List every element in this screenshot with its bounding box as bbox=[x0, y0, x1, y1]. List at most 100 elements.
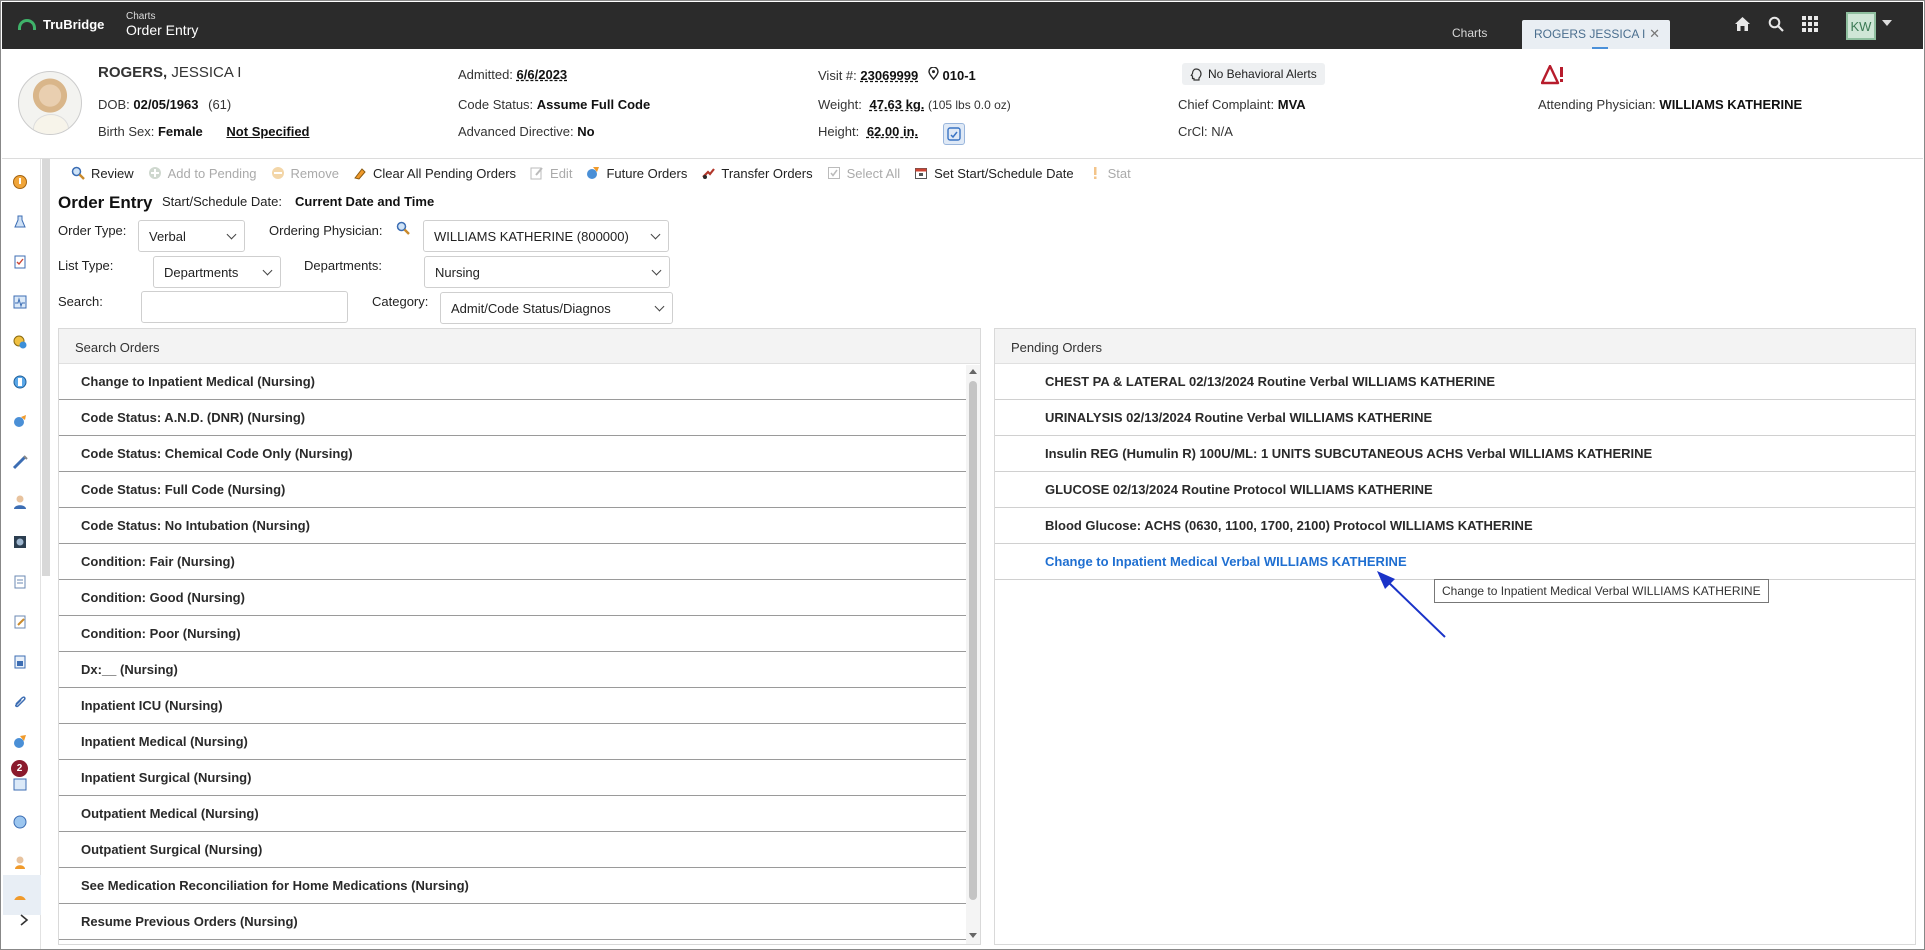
close-icon[interactable]: ✕ bbox=[1649, 26, 1660, 42]
nav-meds-icon[interactable] bbox=[12, 334, 28, 350]
nav-order-entry-icon[interactable] bbox=[12, 734, 28, 750]
search-order-item[interactable]: Code Status: A.N.D. (DNR) (Nursing) bbox=[59, 400, 966, 436]
nav-education-icon[interactable] bbox=[12, 854, 28, 870]
toolbar-icons bbox=[1732, 14, 1820, 34]
scroll-down-arrow-icon[interactable] bbox=[969, 933, 977, 938]
transfer-icon bbox=[701, 166, 716, 180]
attending-physician-value: WILLIAMS KATHERINE bbox=[1659, 97, 1803, 112]
search-order-item[interactable]: Outpatient Medical (Nursing) bbox=[59, 796, 966, 832]
departments-select[interactable]: Nursing bbox=[424, 256, 670, 288]
pending-order-tooltip: Change to Inpatient Medical Verbal WILLI… bbox=[1434, 579, 1769, 603]
search-order-item[interactable]: Code Status: Full Code (Nursing) bbox=[59, 472, 966, 508]
pending-order-item-hovered[interactable]: Change to Inpatient Medical Verbal WILLI… bbox=[995, 544, 1915, 580]
edit-button[interactable]: Edit bbox=[530, 166, 572, 181]
nav-assessment-icon[interactable] bbox=[12, 254, 28, 270]
start-schedule-value: Current Date and Time bbox=[295, 194, 435, 209]
weight-value[interactable]: 47.63 kg. bbox=[869, 97, 924, 112]
stat-button[interactable]: Stat bbox=[1088, 166, 1131, 181]
pending-order-item[interactable]: URINALYSIS 02/13/2024 Routine Verbal WIL… bbox=[995, 400, 1915, 436]
pending-order-item[interactable]: CHEST PA & LATERAL 02/13/2024 Routine Ve… bbox=[995, 364, 1915, 400]
location-pin-icon bbox=[928, 66, 943, 83]
nav-syringe-icon[interactable] bbox=[12, 454, 28, 470]
gender-identity-link[interactable]: Not Specified bbox=[226, 124, 309, 139]
nav-summary-icon[interactable] bbox=[12, 174, 28, 190]
nav-more-icon[interactable] bbox=[12, 894, 28, 900]
nav-document-icon[interactable] bbox=[12, 574, 28, 590]
list-type-select[interactable]: Departments bbox=[153, 256, 281, 288]
attending-physician-field: Attending Physician: WILLIAMS KATHERINE bbox=[1538, 97, 1803, 112]
nav-mar-icon[interactable] bbox=[12, 374, 28, 390]
search-order-item[interactable]: See Medication Reconciliation for Home M… bbox=[59, 868, 966, 904]
search-order-item[interactable]: Code Status: No Intubation (Nursing) bbox=[59, 508, 966, 544]
chevron-down-icon[interactable] bbox=[1882, 20, 1892, 26]
advanced-directive-field: Advanced Directive: No bbox=[458, 124, 595, 139]
set-start-schedule-date-button[interactable]: Set Start/Schedule Date bbox=[914, 166, 1074, 181]
scroll-up-arrow-icon[interactable] bbox=[969, 369, 977, 374]
search-orders-scrollbar[interactable] bbox=[966, 365, 980, 944]
search-order-item[interactable]: Condition: Poor (Nursing) bbox=[59, 616, 966, 652]
add-to-pending-button[interactable]: Add to Pending bbox=[148, 166, 257, 181]
home-icon[interactable] bbox=[1732, 14, 1752, 34]
visit-number[interactable]: 23069999 bbox=[860, 68, 918, 83]
chevron-down-icon bbox=[651, 265, 662, 276]
eraser-icon bbox=[353, 166, 367, 180]
search-order-item[interactable]: Condition: Fair (Nursing) bbox=[59, 544, 966, 580]
select-all-button[interactable]: Select All bbox=[827, 166, 900, 181]
search-input[interactable] bbox=[141, 291, 348, 323]
search-order-item[interactable]: Condition: Good (Nursing) bbox=[59, 580, 966, 616]
nav-imaging-icon[interactable] bbox=[12, 534, 28, 550]
user-avatar[interactable]: KW bbox=[1846, 12, 1876, 40]
search-order-item[interactable]: Dx:__ (Nursing) bbox=[59, 652, 966, 688]
order-type-select[interactable]: Verbal bbox=[138, 220, 245, 252]
tab-charts[interactable]: Charts bbox=[1432, 16, 1507, 49]
nav-labs-icon[interactable] bbox=[12, 214, 28, 230]
nav-report-icon[interactable] bbox=[12, 654, 28, 670]
height-field: Height: 62.00 in. bbox=[818, 124, 919, 139]
height-value[interactable]: 62.00 in. bbox=[867, 124, 918, 139]
pending-order-item[interactable]: Insulin REG (Humulin R) 100U/ML: 1 UNITS… bbox=[995, 436, 1915, 472]
left-scrollbar[interactable] bbox=[42, 159, 50, 576]
nav-orders-icon[interactable] bbox=[12, 414, 28, 430]
physician-search-icon[interactable] bbox=[396, 221, 410, 238]
brand-logo[interactable]: TruBridge bbox=[18, 17, 104, 32]
remove-button[interactable]: Remove bbox=[271, 166, 339, 181]
behavioral-alerts-badge[interactable]: No Behavioral Alerts bbox=[1182, 63, 1325, 85]
tab-patient[interactable]: ROGERS JESSICA I ✕ bbox=[1522, 20, 1670, 49]
ordering-physician-select[interactable]: WILLIAMS KATHERINE (800000) bbox=[423, 220, 669, 252]
pending-order-item[interactable]: GLUCOSE 02/13/2024 Routine Protocol WILL… bbox=[995, 472, 1915, 508]
review-button[interactable]: Review bbox=[71, 166, 134, 181]
search-order-item[interactable]: Inpatient Medical (Nursing) bbox=[59, 724, 966, 760]
transfer-orders-button[interactable]: Transfer Orders bbox=[701, 166, 813, 181]
growth-chart-icon[interactable] bbox=[943, 123, 965, 145]
nav-tasks-icon[interactable] bbox=[12, 776, 28, 792]
calendar-icon bbox=[914, 166, 928, 180]
clear-all-pending-button[interactable]: Clear All Pending Orders bbox=[353, 166, 516, 181]
search-icon[interactable] bbox=[1766, 14, 1786, 34]
scroll-thumb[interactable] bbox=[969, 381, 977, 900]
nav-staff-icon[interactable] bbox=[12, 494, 28, 510]
apps-grid-icon[interactable] bbox=[1800, 14, 1820, 34]
admitted-value[interactable]: 6/6/2023 bbox=[517, 67, 568, 82]
category-select[interactable]: Admit/Code Status/Diagnos bbox=[440, 292, 673, 324]
nav-pharmacy-icon[interactable] bbox=[12, 814, 28, 830]
allergy-warning-icon[interactable] bbox=[1540, 64, 1565, 88]
search-orders-header: Search Orders bbox=[59, 329, 980, 364]
add-circle-icon bbox=[148, 166, 162, 180]
future-orders-button[interactable]: Future Orders bbox=[586, 166, 687, 181]
chief-complaint-field: Chief Complaint: MVA bbox=[1178, 97, 1306, 112]
search-order-item[interactable]: Resume Previous Orders (Nursing) bbox=[59, 904, 966, 940]
search-order-item[interactable]: Outpatient Surgical (Nursing) bbox=[59, 832, 966, 868]
expand-nav-icon[interactable] bbox=[19, 913, 29, 929]
departments-label: Departments: bbox=[304, 258, 383, 273]
room-value: 010-1 bbox=[942, 68, 976, 83]
search-order-item[interactable]: Code Status: Chemical Code Only (Nursing… bbox=[59, 436, 966, 472]
search-order-item[interactable]: Inpatient ICU (Nursing) bbox=[59, 688, 966, 724]
dob-value: 02/05/1963 bbox=[133, 97, 199, 112]
search-order-item[interactable]: Change to Inpatient Medical (Nursing) bbox=[59, 364, 966, 400]
search-order-item[interactable]: Inpatient Surgical (Nursing) bbox=[59, 760, 966, 796]
breadcrumb-parent[interactable]: Charts bbox=[126, 11, 198, 22]
nav-vitals-icon[interactable] bbox=[12, 294, 28, 310]
nav-notes-icon[interactable] bbox=[12, 614, 28, 630]
nav-attachment-icon[interactable] bbox=[12, 694, 28, 710]
pending-order-item[interactable]: Blood Glucose: ACHS (0630, 1100, 1700, 2… bbox=[995, 508, 1915, 544]
